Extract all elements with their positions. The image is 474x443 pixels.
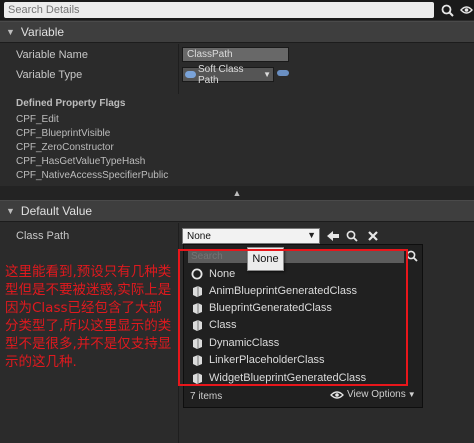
search-details-input[interactable]	[4, 2, 434, 18]
expand-up-icon: ▲	[232, 188, 242, 198]
chevron-down-icon: ▼	[307, 230, 316, 240]
flag-item: CPF_ZeroConstructor	[16, 142, 114, 153]
view-options-button[interactable]: View Options ▼	[330, 389, 416, 400]
flag-item: CPF_NativeAccessSpecifierPublic	[16, 170, 169, 181]
flag-item: CPF_Edit	[16, 114, 59, 125]
eye-icon[interactable]	[458, 1, 474, 19]
collapse-triangle-icon: ▼	[6, 27, 15, 37]
browse-search-icon[interactable]	[344, 228, 360, 244]
defined-property-flags: Defined Property Flags CPF_Edit CPF_Blue…	[16, 97, 168, 183]
variable-section-header[interactable]: ▼ Variable	[0, 21, 474, 43]
chevron-down-icon: ▼	[407, 390, 416, 399]
class-path-combo[interactable]: None ▼	[182, 228, 320, 244]
flag-item: CPF_BlueprintVisible	[16, 128, 111, 139]
soft-class-pin-icon	[185, 71, 196, 78]
variable-type-label: Variable Type	[16, 69, 83, 81]
variable-type-value: Soft Class Path	[197, 63, 244, 86]
flag-item: CPF_HasGetValueTypeHash	[16, 156, 146, 167]
eye-icon	[330, 390, 344, 399]
annotation-highlight-box	[178, 249, 408, 386]
search-icon[interactable]	[438, 1, 456, 19]
use-selected-arrow-icon[interactable]	[325, 228, 341, 244]
variable-name-label: Variable Name	[16, 49, 88, 61]
annotation-text: 这里能看到,预设只有几种类型但是不要被迷惑,实际上是因为Class已经包含了大部…	[5, 264, 172, 370]
view-options-label: View Options	[347, 389, 406, 400]
variable-name-field[interactable]: ClassPath	[182, 47, 289, 62]
item-count: 7 items	[190, 391, 223, 402]
default-value-section-header[interactable]: ▼ Default Value	[0, 200, 474, 222]
chevron-down-icon: ▼	[263, 70, 271, 79]
advanced-collapse-bar[interactable]: ▲	[0, 186, 474, 200]
class-path-value: None	[187, 230, 211, 242]
collapse-triangle-icon: ▼	[6, 206, 15, 216]
section-title: Default Value	[20, 204, 93, 218]
flags-title: Defined Property Flags	[16, 98, 126, 109]
column-divider[interactable]	[178, 44, 179, 94]
class-path-label: Class Path	[16, 230, 70, 242]
variable-type-selector[interactable]: Soft Class Path ▼	[182, 64, 274, 86]
clear-x-icon[interactable]	[365, 228, 381, 244]
section-title: Variable	[20, 25, 65, 39]
container-type-toggle[interactable]	[277, 70, 289, 76]
